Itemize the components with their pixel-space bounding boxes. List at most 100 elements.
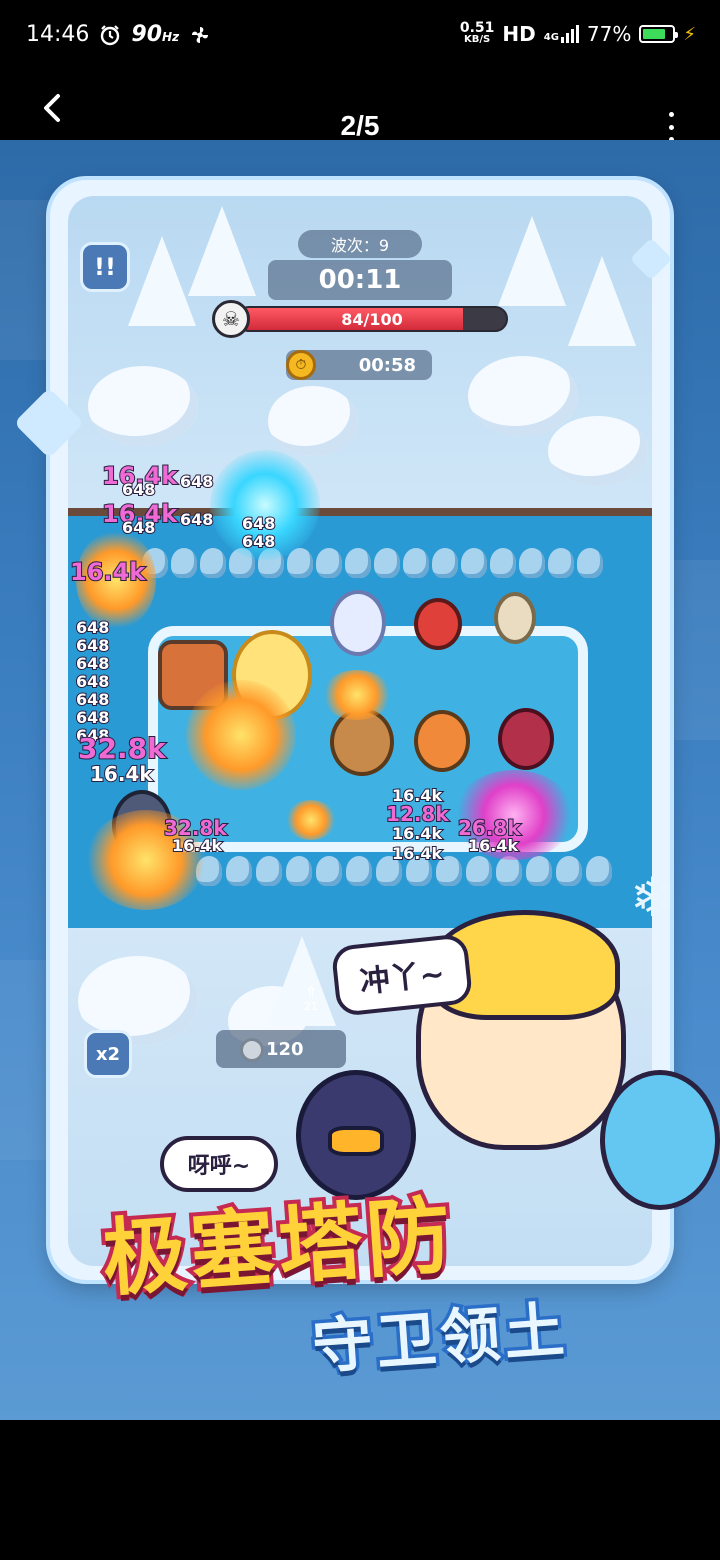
ice-zombie-enemy — [200, 548, 226, 578]
ice-zombie-enemy — [346, 856, 372, 886]
lightning-effect — [186, 680, 296, 790]
snow-tree — [128, 236, 196, 326]
damage-number: 12.8k — [385, 801, 450, 827]
net-speed-unit: KB/S — [464, 34, 491, 45]
upgrade-icon[interactable]: ⇑ 21 — [296, 985, 326, 1014]
ice-zombie-enemy — [316, 548, 342, 578]
damage-number: 648 — [179, 471, 214, 492]
boss-hp-bar: 84/100 — [236, 306, 508, 332]
status-bar: 14:46 90Hz 0.51 KB/S HD 4G 77% ⚡ — [0, 0, 720, 76]
damage-number: 32.8k — [77, 731, 167, 766]
ice-zombie-enemy — [461, 548, 487, 578]
ice-zombie-enemy — [496, 856, 522, 886]
ice-zombie-enemy — [577, 548, 603, 578]
damage-number: 648 — [75, 635, 110, 656]
net-speed-value: 0.51 — [459, 20, 495, 36]
damage-number: 16.4k — [391, 843, 443, 864]
net-speed: 0.51 KB/S — [459, 20, 495, 46]
more-vertical-icon[interactable] — [666, 112, 676, 142]
penguin-beak — [328, 1126, 384, 1156]
refresh-rate-value: 90 — [131, 22, 163, 47]
snow-mound — [268, 386, 358, 456]
damage-number: 648 — [121, 479, 156, 500]
alarm-icon — [101, 24, 120, 45]
damage-number: 648 — [75, 617, 110, 638]
owl-hero — [494, 592, 536, 644]
fireball-effect — [286, 800, 336, 840]
coin-value: 120 — [266, 1038, 304, 1060]
fan-icon — [192, 26, 209, 43]
snow-mound — [468, 356, 578, 436]
ice-zombie-enemy — [374, 548, 400, 578]
damage-number: 648 — [75, 653, 110, 674]
gunner-hero — [414, 710, 470, 772]
fireball-effect — [322, 670, 392, 720]
battery-fill — [643, 29, 665, 39]
ice-zombie-enemy — [226, 856, 252, 886]
coin-counter: 120 — [216, 1030, 346, 1068]
ice-zombie-enemy — [316, 856, 342, 886]
ice-zombie-enemy — [345, 548, 371, 578]
wave-timer: 00:11 — [268, 260, 452, 300]
viewer-header: 2/5 — [0, 76, 720, 142]
snow-tree — [498, 216, 566, 306]
refresh-rate: 90Hz — [131, 22, 179, 47]
pause-button[interactable]: !! — [80, 242, 130, 292]
ice-zombie-enemy — [256, 856, 282, 886]
snowflake-icon: ❄ — [630, 866, 676, 929]
snow-mound — [88, 366, 198, 446]
ice-zombie-enemy — [548, 548, 574, 578]
damage-number: 648 — [179, 509, 214, 530]
snow-tree — [188, 206, 256, 296]
status-left: 14:46 90Hz — [26, 22, 211, 47]
battery-tip — [675, 32, 679, 38]
ice-zombie-enemy — [519, 548, 545, 578]
ice-zombie-enemy — [286, 856, 312, 886]
upgrade-count: 21 — [304, 1000, 318, 1013]
boss-hp-text: 84/100 — [341, 310, 403, 329]
hd-indicator: HD — [502, 22, 536, 46]
ice-zombie-enemy — [171, 548, 197, 578]
damage-number: 648 — [241, 513, 276, 534]
ice-zombie-enemy — [490, 548, 516, 578]
damage-number: 648 — [75, 689, 110, 710]
ice-zombie-enemy — [586, 856, 612, 886]
damage-number: 648 — [75, 671, 110, 692]
charging-icon: ⚡ — [683, 23, 696, 45]
speed-button[interactable]: x2 — [84, 1030, 132, 1078]
demon-hero — [414, 598, 462, 650]
signal-bars — [560, 25, 579, 43]
ice-mage-hero — [330, 590, 386, 656]
damage-number: 648 — [121, 517, 156, 538]
vampire-hero — [498, 708, 554, 770]
status-right: 0.51 KB/S HD 4G 77% ⚡ — [459, 20, 696, 46]
ice-zombie-enemy — [403, 548, 429, 578]
damage-number: 648 — [241, 531, 276, 552]
battery-icon — [639, 25, 679, 43]
skull-icon: ☠ — [212, 300, 250, 338]
network-type: 4G — [543, 32, 559, 43]
ice-zombie-enemy — [466, 856, 492, 886]
hero-speech-bubble: 冲丫~ — [330, 933, 474, 1017]
battery-percent: 77% — [586, 22, 632, 46]
refresh-rate-unit: Hz — [162, 30, 180, 44]
damage-number: 648 — [75, 707, 110, 728]
damage-number: 16.4k — [467, 835, 519, 856]
clock: 14:46 — [26, 22, 90, 47]
promo-title-sub: 守卫领土 — [307, 1292, 574, 1387]
ice-zombie-enemy — [526, 856, 552, 886]
promo-title-main: 极塞塔防 — [95, 1182, 461, 1312]
coin-icon — [240, 1038, 264, 1062]
page-counter: 2/5 — [340, 110, 380, 141]
ice-zombie-enemy — [432, 548, 458, 578]
signal-icon: 4G — [544, 25, 579, 43]
snow-mound — [548, 416, 648, 486]
wave-label: 波次：9 — [298, 230, 422, 258]
promo-image[interactable]: 16.4k 648 648 16.4k 648 648 648 648 16.4… — [0, 140, 720, 1420]
damage-number: 16.4k — [89, 761, 154, 787]
snow-tree — [568, 256, 636, 346]
damage-number: 16.4k — [391, 823, 443, 844]
ice-zombie-enemy — [556, 856, 582, 886]
ice-golem-character — [600, 1070, 720, 1210]
damage-number: 16.4k — [171, 835, 223, 856]
